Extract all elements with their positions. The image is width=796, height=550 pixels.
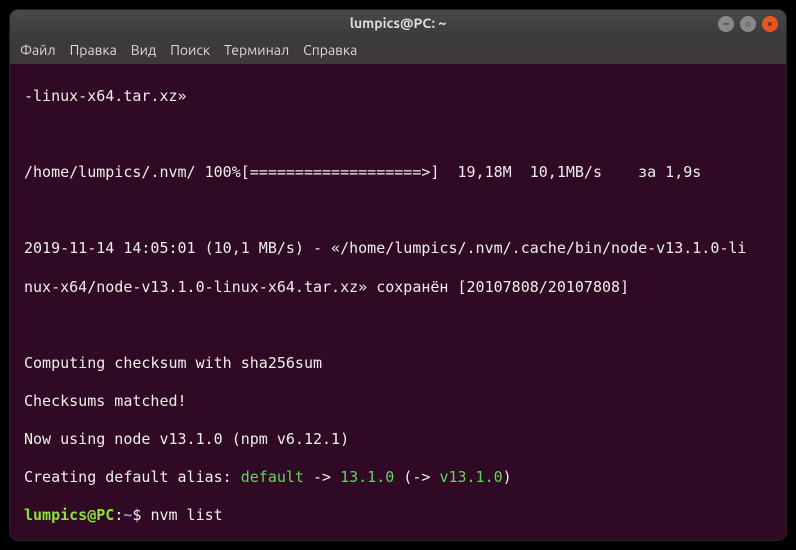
output-blank: [24, 125, 776, 144]
output-line: 2019-11-14 14:05:01 (10,1 MB/s) - «/home…: [24, 239, 776, 258]
output-line: Creating default alias: default -> 13.1.…: [24, 468, 776, 487]
titlebar[interactable]: lumpics@PC: ~ – ○ ×: [10, 10, 786, 38]
menubar: Файл Правка Вид Поиск Терминал Справка: [10, 38, 786, 64]
menu-search[interactable]: Поиск: [170, 42, 210, 60]
menu-file[interactable]: Файл: [20, 42, 56, 60]
output-blank: [24, 316, 776, 335]
output-line: Now using node v13.1.0 (npm v6.12.1): [24, 430, 776, 449]
minimize-button[interactable]: –: [718, 16, 734, 32]
menu-view[interactable]: Вид: [131, 42, 156, 60]
command-text: nvm list: [150, 506, 222, 524]
window-title: lumpics@PC: ~: [350, 15, 447, 33]
output-line: Checksums matched!: [24, 392, 776, 411]
window-controls: – ○ ×: [718, 16, 778, 32]
output-line: Computing checksum with sha256sum: [24, 354, 776, 373]
menu-terminal[interactable]: Терминал: [224, 42, 289, 60]
output-blank: [24, 201, 776, 220]
close-button[interactable]: ×: [762, 16, 778, 32]
output-line: -linux-x64.tar.xz»: [24, 87, 776, 106]
prompt-line: lumpics@PC:~$ nvm list: [24, 506, 776, 525]
terminal-area[interactable]: -linux-x64.tar.xz» /home/lumpics/.nvm/ 1…: [10, 64, 786, 540]
terminal-window: lumpics@PC: ~ – ○ × Файл Правка Вид Поис…: [10, 10, 786, 540]
menu-help[interactable]: Справка: [303, 42, 357, 60]
maximize-button[interactable]: ○: [740, 16, 756, 32]
output-line: nux-x64/node-v13.1.0-linux-x64.tar.xz» с…: [24, 278, 776, 297]
output-line: /home/lumpics/.nvm/ 100%[===============…: [24, 163, 776, 182]
menu-edit[interactable]: Правка: [70, 42, 117, 60]
